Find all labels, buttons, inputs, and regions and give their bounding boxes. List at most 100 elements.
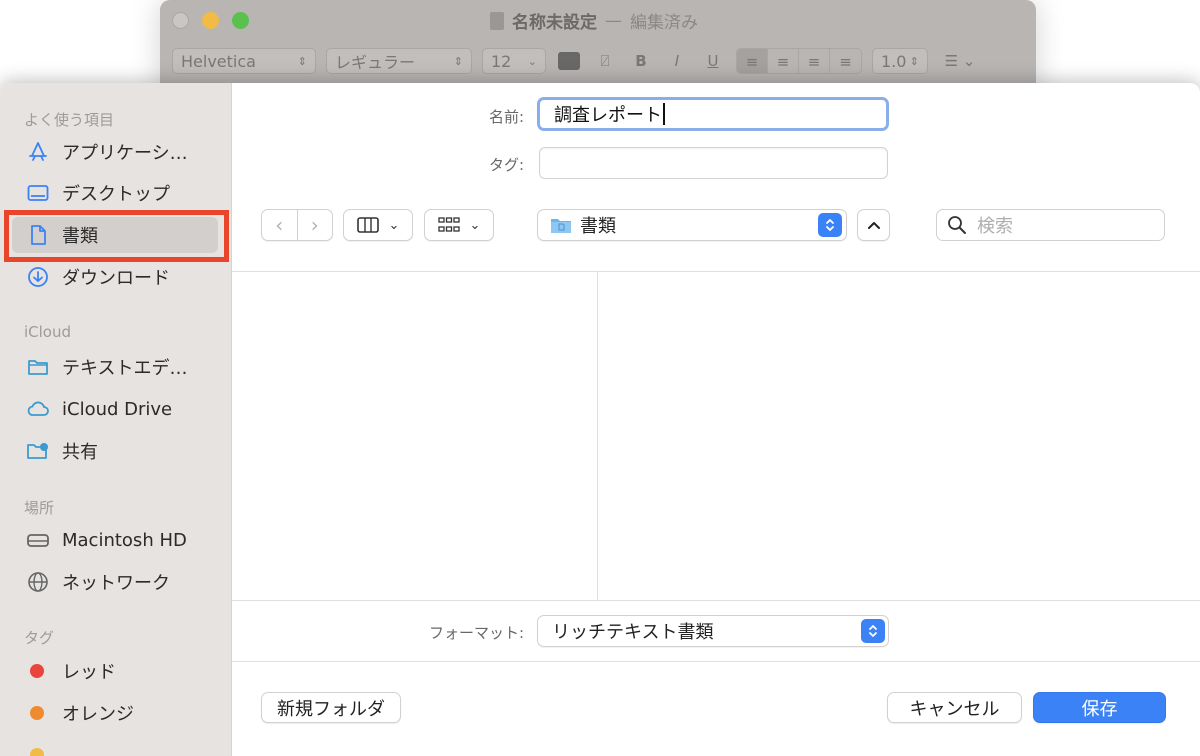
applications-icon (26, 140, 50, 164)
updown-stepper-icon (861, 619, 885, 643)
sidebar-item-textedit-folder[interactable]: テキストエデ… (12, 349, 218, 385)
sidebar-item-macintosh-hd[interactable]: Macintosh HD (12, 522, 218, 558)
sidebar-item-label: テキストエデ… (62, 358, 188, 379)
window-title: 名称未設定 — 編集済み (490, 8, 698, 33)
save-button[interactable]: 保存 (1033, 692, 1166, 723)
footer-separator (232, 661, 1200, 662)
sidebar-section-icloud: iCloud (24, 323, 72, 341)
bold-button[interactable]: B (628, 48, 654, 74)
minimize-window-button[interactable] (202, 12, 219, 29)
format-value: リッチテキスト書類 (552, 622, 714, 643)
chevron-updown-icon: ⇕ (909, 54, 919, 68)
new-folder-button[interactable]: 新規フォルダ (261, 692, 401, 723)
font-style-value: レギュラー (335, 53, 416, 72)
sidebar-item-label: デスクトップ (62, 184, 170, 205)
line-spacing-value: 1.0 (881, 51, 907, 71)
font-family-value: Helvetica (181, 51, 256, 71)
location-popup[interactable]: 書類 (537, 209, 847, 241)
italic-button[interactable]: I (664, 48, 690, 74)
sidebar-item-tag-yellow-partial[interactable] (12, 737, 218, 756)
no-color-icon: ⍁ (600, 52, 610, 70)
forward-button[interactable]: › (298, 210, 333, 240)
expand-collapse-button[interactable] (857, 209, 890, 241)
search-field[interactable]: 検索 (936, 209, 1165, 241)
documents-folder-icon (551, 219, 571, 233)
search-placeholder: 検索 (977, 216, 1013, 237)
window-title-text: 名称未設定 (512, 13, 597, 33)
align-right-icon[interactable]: ≡ (799, 49, 830, 73)
chevron-down-icon: ⌄ (469, 217, 481, 233)
font-family-popup[interactable]: Helvetica ⇕ (172, 48, 316, 74)
sidebar-item-network[interactable]: ネットワーク (12, 564, 218, 600)
text-color-button[interactable] (556, 48, 582, 74)
back-button[interactable]: ‹ (262, 210, 298, 240)
sidebar-item-label: アプリケーシ… (62, 143, 188, 164)
updown-stepper-icon (818, 213, 842, 237)
font-style-popup[interactable]: レギュラー ⇕ (326, 48, 472, 74)
history-nav: ‹ › (261, 209, 333, 241)
format-label: フォーマット: (428, 624, 524, 642)
sidebar-section-favorites: よく使う項目 (24, 111, 115, 129)
document-icon (490, 11, 504, 30)
text-caret (663, 103, 665, 125)
line-spacing-popup[interactable]: 1.0 ⇕ (872, 48, 928, 74)
underline-button[interactable]: U (700, 48, 726, 74)
chevron-updown-icon: ⇕ (453, 54, 463, 68)
save-dialog: よく使う項目 アプリケーシ… デスクトップ 書類 ダウンロード iCloud テ… (0, 83, 1200, 756)
red-tag-dot-icon (30, 664, 44, 678)
globe-icon (26, 570, 50, 594)
sidebar-item-label: Macintosh HD (62, 529, 187, 551)
desktop-icon (26, 181, 50, 205)
sidebar-item-label: ダウンロード (62, 268, 170, 289)
shared-folder-icon (26, 439, 50, 463)
cloud-icon (26, 397, 50, 421)
close-window-button[interactable] (172, 12, 189, 29)
align-left-icon[interactable]: ≡ (737, 49, 768, 73)
format-popup[interactable]: リッチテキスト書類 (537, 615, 889, 647)
search-icon (948, 216, 966, 234)
align-center-icon[interactable]: ≡ (768, 49, 799, 73)
column-divider[interactable] (597, 272, 598, 600)
sidebar: よく使う項目 アプリケーシ… デスクトップ 書類 ダウンロード iCloud テ… (0, 83, 232, 756)
chevron-left-icon: ‹ (275, 213, 284, 237)
format-toolbar: Helvetica ⇕ レギュラー ⇕ 12 ⌄ ⍁ B I U ≡ ≡ ≡ ≡ 1.… (172, 46, 1024, 76)
cancel-button[interactable]: キャンセル (887, 692, 1022, 723)
file-browser[interactable] (232, 271, 1200, 601)
sidebar-section-locations: 場所 (24, 499, 55, 517)
chevron-right-icon: › (310, 213, 319, 237)
grid-icon (437, 217, 460, 232)
list-style-button[interactable]: ☰ ⌄ (938, 48, 982, 74)
filename-value: 調査レポート (554, 105, 662, 126)
column-view-icon (356, 217, 379, 233)
highlight-color-button[interactable]: ⍁ (592, 48, 618, 74)
sidebar-item-label: iCloud Drive (62, 398, 173, 420)
sidebar-item-shared[interactable]: 共有 (12, 433, 218, 469)
chevron-updown-icon: ⇕ (297, 54, 307, 68)
yellow-tag-dot-icon (30, 748, 44, 756)
tags-input[interactable] (539, 147, 888, 179)
chevron-down-icon: ⌄ (388, 217, 400, 233)
chevron-down-icon: ⌄ (527, 54, 537, 68)
color-swatch (558, 52, 580, 70)
view-mode-button[interactable]: ⌄ (343, 209, 413, 241)
download-icon (26, 265, 50, 289)
sidebar-item-desktop[interactable]: デスクトップ (12, 175, 218, 211)
sidebar-item-label: レッド (62, 662, 116, 683)
sidebar-item-downloads[interactable]: ダウンロード (12, 259, 218, 295)
window-title-separator: — (605, 10, 622, 31)
sidebar-item-icloud-drive[interactable]: iCloud Drive (12, 391, 218, 427)
font-size-popup[interactable]: 12 ⌄ (482, 48, 546, 74)
align-justify-icon[interactable]: ≡ (830, 49, 861, 73)
location-value: 書類 (580, 216, 616, 237)
sidebar-item-tag-orange[interactable]: オレンジ (12, 695, 218, 731)
sidebar-item-applications[interactable]: アプリケーシ… (12, 134, 218, 170)
sidebar-item-tag-red[interactable]: レッド (12, 653, 218, 689)
sidebar-item-label: オレンジ (62, 704, 134, 725)
chevron-up-icon (867, 222, 880, 229)
folder-icon (26, 355, 50, 379)
group-mode-button[interactable]: ⌄ (424, 209, 494, 241)
list-icon: ☰ ⌄ (944, 52, 976, 70)
zoom-window-button[interactable] (232, 12, 249, 29)
font-size-value: 12 (491, 51, 512, 71)
filename-input[interactable]: 調査レポート (537, 97, 889, 131)
